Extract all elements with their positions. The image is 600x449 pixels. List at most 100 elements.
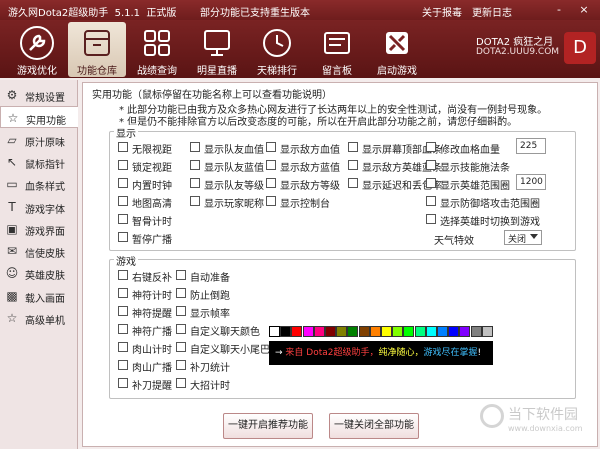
checkbox-box[interactable] <box>348 178 358 188</box>
checkbox-box[interactable] <box>348 142 358 152</box>
color-swatch[interactable] <box>313 326 325 337</box>
sidebar-item-2[interactable]: ☆ 实用功能 <box>0 106 78 129</box>
group-title: 显示 <box>114 125 138 140</box>
color-swatch[interactable] <box>369 326 381 337</box>
checkbox-box[interactable] <box>118 378 128 388</box>
checkbox-box[interactable] <box>176 378 186 388</box>
tab-star-live[interactable]: 明星直播 <box>188 22 246 77</box>
sidebar-item-9[interactable]: ☺ 英雄皮肤 <box>0 262 78 284</box>
weather-select[interactable]: 关闭 <box>504 230 542 245</box>
tab-message-board[interactable]: 留言板 <box>308 22 366 77</box>
checkbox-box[interactable] <box>118 178 128 188</box>
sidebar-item-label: 游戏字体 <box>25 204 65 216</box>
checkbox-box[interactable] <box>266 160 276 170</box>
section-header: 实用功能（鼠标停留在功能名称上可以查看功能说明） <box>92 90 332 101</box>
checkbox-box[interactable] <box>118 142 128 152</box>
checkbox-box[interactable] <box>348 160 358 170</box>
color-swatch[interactable] <box>414 326 426 337</box>
sidebar-item-label: 实用功能 <box>26 116 66 128</box>
close-button[interactable]: × <box>576 2 592 18</box>
color-swatch[interactable] <box>268 325 281 338</box>
color-swatch[interactable] <box>291 326 303 337</box>
cup-icon: ▱ <box>7 132 17 147</box>
checkbox-box[interactable] <box>118 270 128 280</box>
checkbox-box[interactable] <box>118 342 128 352</box>
sidebar-item-8[interactable]: ✉ 信使皮肤 <box>0 240 78 262</box>
checkbox-box[interactable] <box>176 342 186 352</box>
checkbox-box[interactable] <box>426 160 436 170</box>
checkbox-box[interactable] <box>118 306 128 316</box>
range-value-field[interactable]: 1200 <box>516 174 546 190</box>
sidebar-item-label: 鼠标指针 <box>25 159 65 171</box>
color-swatch[interactable] <box>325 326 336 337</box>
tab-launch-game[interactable]: 启动游戏 <box>368 22 426 77</box>
checkbox-box[interactable] <box>190 142 200 152</box>
checkbox-box[interactable] <box>190 178 200 188</box>
enable-recommended-button[interactable]: 一键开启推荐功能 <box>223 413 313 439</box>
window-icon: ▣ <box>6 221 18 236</box>
sidebar-item-11[interactable]: ☆ 高级单机 <box>0 307 78 329</box>
checkbox-box[interactable] <box>266 196 276 206</box>
tab-ladder-ranking[interactable]: 天梯排行 <box>248 22 306 77</box>
checkbox-box[interactable] <box>176 270 186 280</box>
color-swatch[interactable] <box>470 326 482 337</box>
color-swatch[interactable] <box>392 326 404 337</box>
sidebar-item-label: 常规设置 <box>25 93 65 104</box>
sidebar-item-4[interactable]: ↖ 鼠标指针 <box>0 151 78 173</box>
watermark: 当下软件园 www.downxia.com <box>478 400 598 442</box>
checkbox-box[interactable] <box>176 288 186 298</box>
checkbox-box[interactable] <box>426 178 436 188</box>
sidebar-item-7[interactable]: ▣ 游戏界面 <box>0 218 78 240</box>
sidebar: ⚙ 常规设置 ☆ 实用功能 ▱ 原汁原味 ↖ 鼠标指针 ▭ 血条样式 T 游戏字体 ▣ 游戏界面 ✉ 信使皮肤… <box>0 80 78 449</box>
sidebar-item-5[interactable]: ▭ 血条样式 <box>0 173 78 195</box>
checkbox-box[interactable] <box>266 178 276 188</box>
sidebar-item-6[interactable]: T 游戏字体 <box>0 196 78 218</box>
sidebar-item-1[interactable]: ⚙ 常规设置 <box>0 84 78 106</box>
preview-end: ! <box>477 348 482 358</box>
checkbox-box[interactable] <box>118 288 128 298</box>
color-swatch[interactable] <box>425 326 437 337</box>
tab-feature-warehouse[interactable]: 功能仓库 <box>68 22 126 77</box>
color-swatch[interactable] <box>459 326 471 337</box>
checkbox-box[interactable] <box>176 306 186 316</box>
checkbox-box[interactable] <box>190 196 200 206</box>
report-link[interactable]: 关于报毒 <box>422 4 462 19</box>
checkbox-label: 大招计时 <box>190 381 230 392</box>
color-swatch[interactable] <box>358 326 370 337</box>
checkbox-box[interactable] <box>176 324 186 334</box>
preview-part-2: 纯净随心， <box>378 348 424 358</box>
checkbox-box[interactable] <box>118 214 128 224</box>
sidebar-item-3[interactable]: ▱ 原汁原味 <box>0 129 78 151</box>
checkbox-box[interactable] <box>266 142 276 152</box>
changelog-link[interactable]: 更新日志 <box>472 4 512 19</box>
minimize-button[interactable]: - <box>551 2 567 18</box>
checkbox-box[interactable] <box>426 142 436 152</box>
checkbox-box[interactable] <box>118 196 128 206</box>
checkbox-box[interactable] <box>426 196 436 206</box>
sidebar-item-10[interactable]: ▩ 载入画面 <box>0 285 78 307</box>
disable-all-button[interactable]: 一键关闭全部功能 <box>329 413 419 439</box>
tab-game-optimize[interactable]: 游戏优化 <box>8 22 66 77</box>
color-swatch[interactable] <box>481 326 493 337</box>
color-swatch[interactable] <box>280 326 292 337</box>
checkbox-box[interactable] <box>426 214 436 224</box>
color-swatch[interactable] <box>347 326 359 337</box>
preview-part-1: 来自 Dota2超级助手， <box>285 348 379 358</box>
checkbox-box[interactable] <box>118 160 128 170</box>
color-swatch[interactable] <box>302 326 314 337</box>
checkbox-box[interactable] <box>118 360 128 370</box>
checkbox-box[interactable] <box>176 360 186 370</box>
brand-banner[interactable]: DOTA2 疯狂之月 DOTA2.UUU9.COM D <box>468 20 600 78</box>
checkbox-box[interactable] <box>190 160 200 170</box>
tab-record-query[interactable]: 战绩查询 <box>128 22 186 77</box>
checkbox-box[interactable] <box>118 324 128 334</box>
hp-value-field[interactable]: 225 <box>516 138 546 154</box>
color-swatch[interactable] <box>437 326 448 337</box>
color-swatch[interactable] <box>448 326 460 337</box>
color-swatch[interactable] <box>336 326 348 337</box>
color-swatch[interactable] <box>403 326 415 337</box>
color-swatch[interactable] <box>381 326 392 337</box>
checkbox-label: 神符广播 <box>132 327 172 338</box>
checkbox-box[interactable] <box>118 232 128 242</box>
dota-logo-icon <box>386 32 408 54</box>
